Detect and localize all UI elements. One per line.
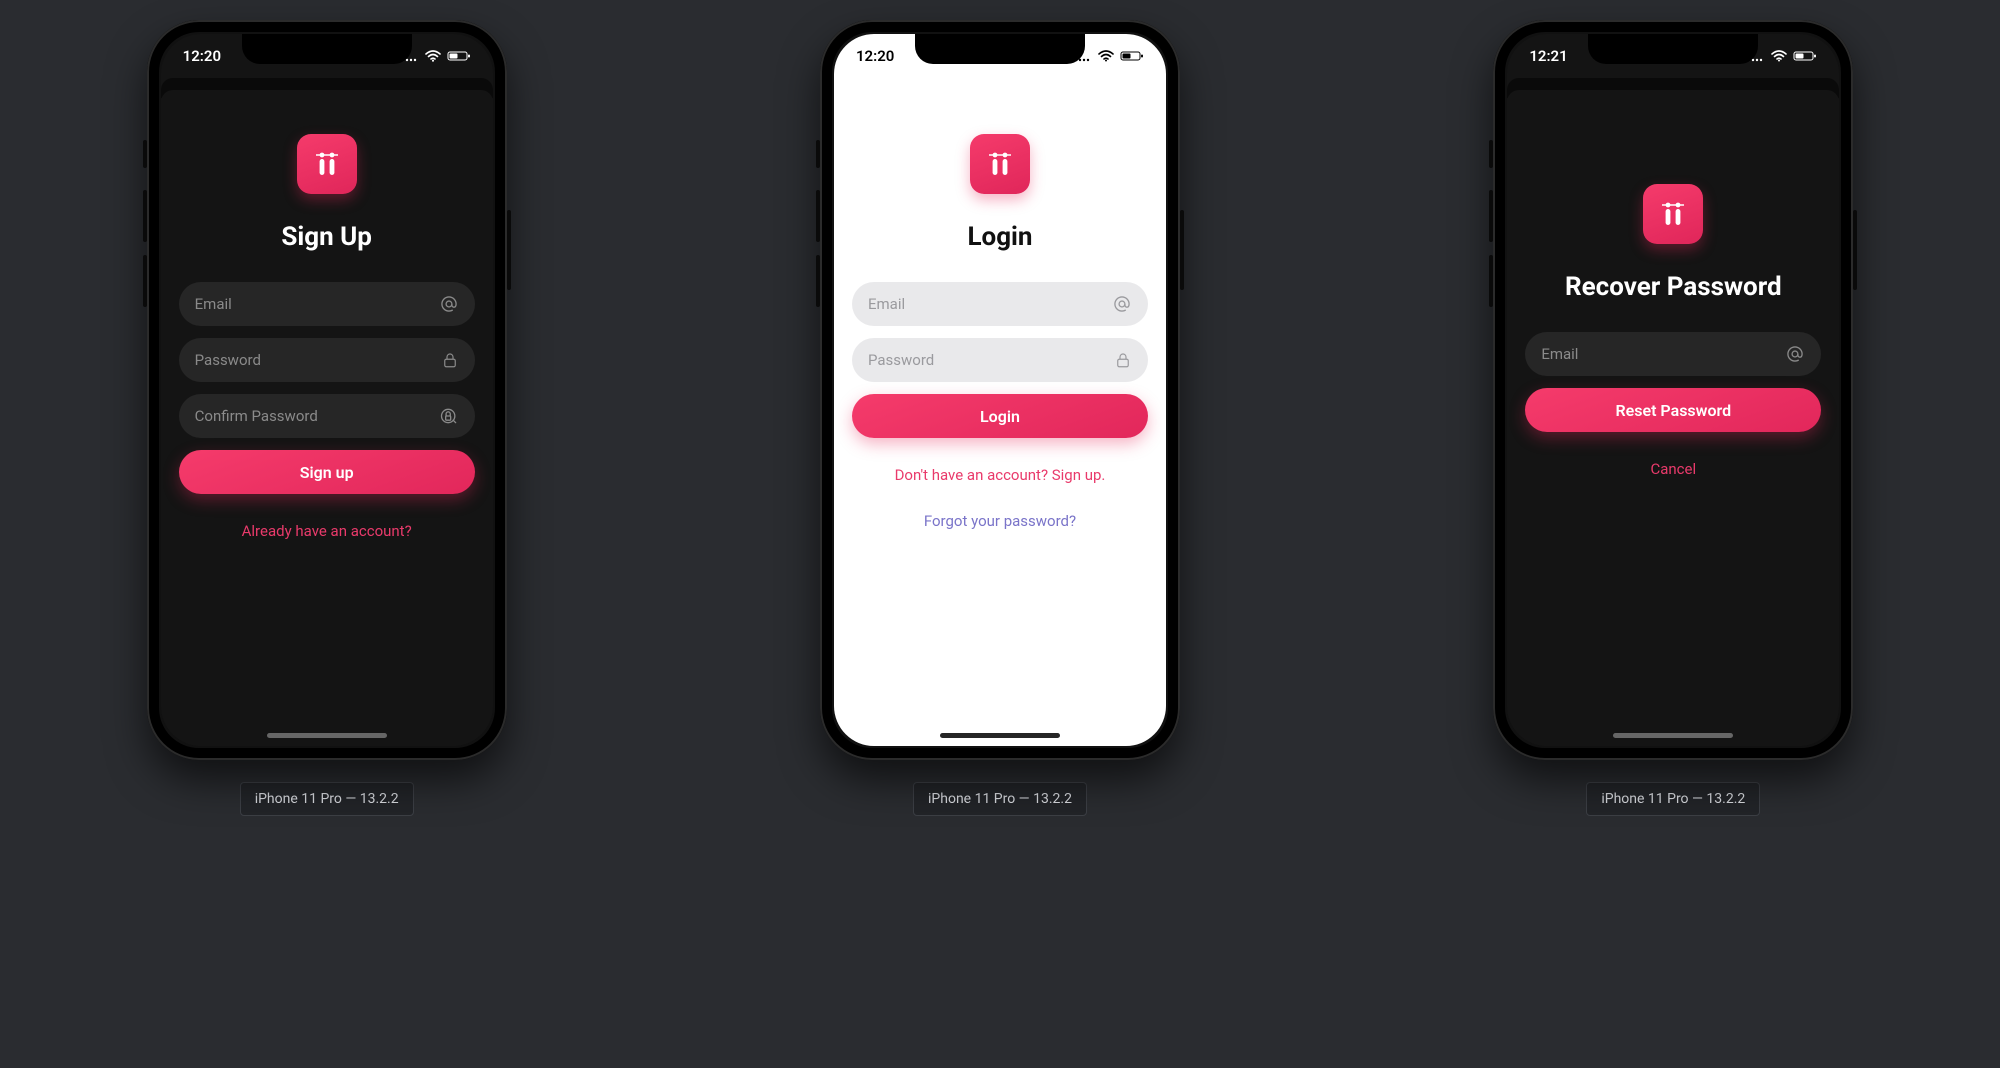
device-recover: 12:21 [1493, 20, 1853, 816]
status-time: 12:21 [1529, 47, 1567, 65]
phone-power-button [507, 210, 511, 290]
wifi-icon [1098, 50, 1114, 62]
notch [915, 34, 1085, 64]
phone-frame: 12:20 [820, 20, 1180, 760]
wifi-icon [1771, 50, 1787, 62]
app-logo [1643, 184, 1703, 244]
reset-password-button[interactable]: Reset Password [1525, 388, 1821, 432]
phone-power-button [1853, 210, 1857, 290]
device-signup: 12:20 [147, 20, 507, 816]
device-caption: iPhone 11 Pro — 13.2.2 [240, 782, 414, 816]
device-caption: iPhone 11 Pro — 13.2.2 [913, 782, 1087, 816]
app-logo [297, 134, 357, 194]
phone-volume-down [816, 255, 820, 307]
lock-icon [441, 350, 459, 370]
screen-signup: 12:20 [161, 34, 493, 746]
notch [242, 34, 412, 64]
screen-recover: 12:21 [1507, 34, 1839, 746]
phone-frame: 12:20 [147, 20, 507, 760]
status-time: 12:20 [856, 47, 894, 65]
battery-icon [447, 50, 471, 62]
status-indicators [1747, 50, 1817, 62]
battery-icon [1793, 50, 1817, 62]
password-placeholder: Password [195, 351, 441, 369]
email-placeholder: Email [868, 295, 1112, 313]
device-login: 12:20 [820, 20, 1180, 816]
confirm-password-placeholder: Confirm Password [195, 407, 439, 425]
already-have-account-link[interactable]: Already have an account? [242, 522, 412, 540]
recover-content: Recover Password Email Reset Password Ca… [1507, 94, 1839, 478]
confirm-password-field[interactable]: Confirm Password [179, 394, 475, 438]
signup-link[interactable]: Don't have an account? Sign up. [895, 466, 1106, 484]
lock-check-icon [439, 406, 459, 426]
at-icon [1785, 344, 1805, 364]
phone-mute-switch [816, 140, 820, 168]
status-indicators [401, 50, 471, 62]
screen-login: 12:20 [834, 34, 1166, 746]
app-logo [970, 134, 1030, 194]
password-field[interactable]: Password [852, 338, 1148, 382]
signup-button[interactable]: Sign up [179, 450, 475, 494]
home-indicator[interactable] [1613, 733, 1733, 738]
page-title: Sign Up [281, 222, 372, 252]
device-showcase: 12:20 [20, 20, 1980, 816]
notch [1588, 34, 1758, 64]
page-title: Recover Password [1565, 272, 1782, 302]
page-title: Login [967, 222, 1032, 252]
device-caption: iPhone 11 Pro — 13.2.2 [1586, 782, 1760, 816]
battery-icon [1120, 50, 1144, 62]
email-placeholder: Email [195, 295, 439, 313]
password-placeholder: Password [868, 351, 1114, 369]
home-indicator[interactable] [267, 733, 387, 738]
wifi-icon [425, 50, 441, 62]
signup-content: Sign Up Email Password C [161, 94, 493, 540]
home-indicator[interactable] [940, 733, 1060, 738]
phone-mute-switch [143, 140, 147, 168]
email-field[interactable]: Email [179, 282, 475, 326]
phone-volume-up [1489, 190, 1493, 242]
phone-frame: 12:21 [1493, 20, 1853, 760]
lock-icon [1114, 350, 1132, 370]
login-content: Login Email Password Login [834, 78, 1166, 530]
login-button[interactable]: Login [852, 394, 1148, 438]
phone-volume-down [143, 255, 147, 307]
password-field[interactable]: Password [179, 338, 475, 382]
status-indicators [1074, 50, 1144, 62]
status-time: 12:20 [183, 47, 221, 65]
phone-volume-up [143, 190, 147, 242]
email-field[interactable]: Email [1525, 332, 1821, 376]
email-placeholder: Email [1541, 345, 1785, 363]
at-icon [439, 294, 459, 314]
phone-mute-switch [1489, 140, 1493, 168]
email-field[interactable]: Email [852, 282, 1148, 326]
cancel-link[interactable]: Cancel [1650, 460, 1696, 478]
phone-volume-up [816, 190, 820, 242]
forgot-password-link[interactable]: Forgot your password? [924, 512, 1076, 530]
phone-power-button [1180, 210, 1184, 290]
phone-volume-down [1489, 255, 1493, 307]
at-icon [1112, 294, 1132, 314]
